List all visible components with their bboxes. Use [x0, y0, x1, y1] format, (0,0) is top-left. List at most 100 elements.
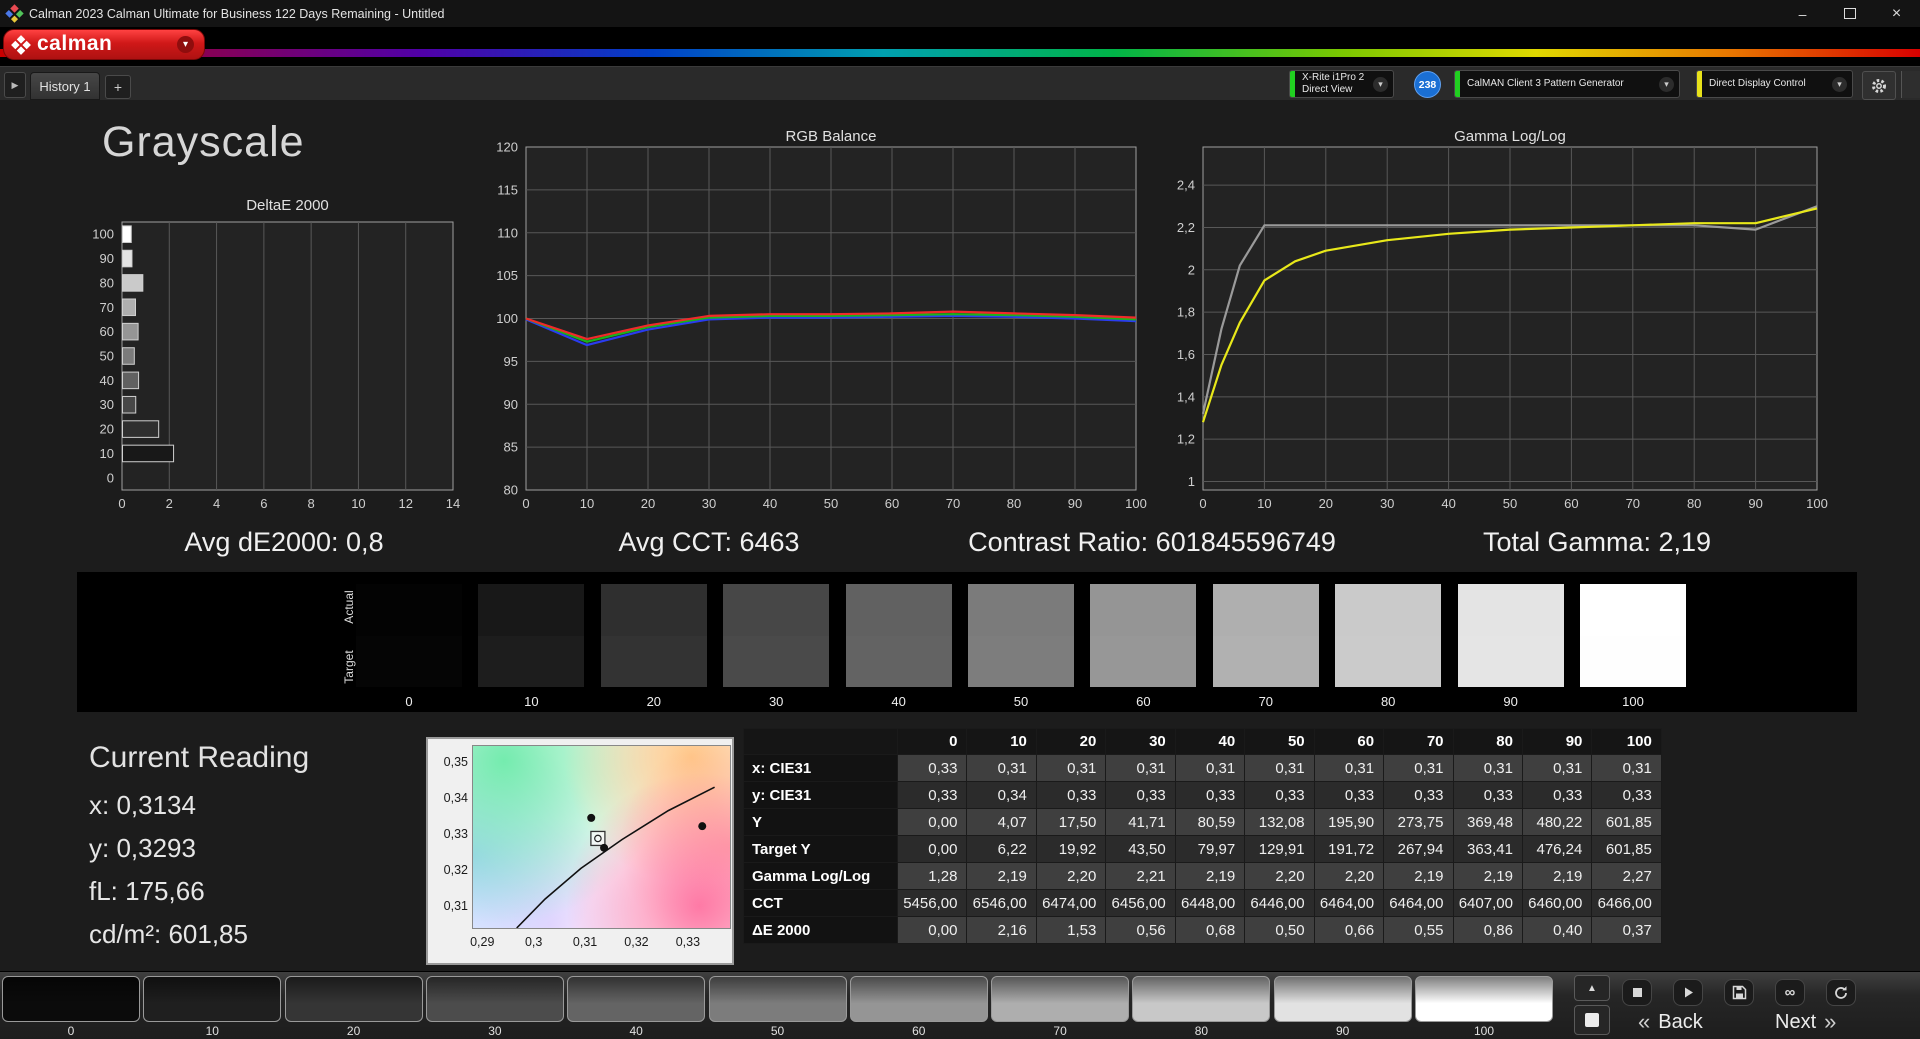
history-panel-toggle[interactable]: ▶	[4, 72, 26, 98]
maximize-button[interactable]	[1826, 0, 1873, 27]
add-icon: +	[113, 79, 123, 95]
stop-button[interactable]	[1622, 979, 1652, 1006]
swatch-target-half	[1090, 635, 1197, 687]
svg-text:80: 80	[1007, 496, 1021, 511]
measurement-table: 0 10 20 30 40 50 60 70 80 90 100 x: CIE31 0,33 0,31 0,…	[743, 728, 1662, 944]
meter-count-badge: 238	[1414, 71, 1441, 98]
table-cell: 6446,00	[1244, 889, 1315, 917]
pattern-patch-button[interactable]	[849, 976, 988, 1022]
save-button[interactable]	[1724, 979, 1754, 1006]
table-cell: 195,90	[1313, 808, 1385, 836]
swatch-level-label: 70	[1258, 694, 1274, 709]
grayscale-swatch	[600, 584, 707, 687]
chevron-left-icon: «	[1638, 1009, 1651, 1034]
svg-text:50: 50	[824, 496, 838, 511]
window-square-icon	[1585, 1013, 1599, 1027]
svg-text:85: 85	[504, 440, 518, 455]
pattern-patch-button[interactable]	[2, 976, 140, 1022]
add-tab-button[interactable]: +	[105, 75, 131, 99]
swatch-level-label: 60	[1136, 694, 1151, 709]
swatch-row-label-actual: Actual	[342, 590, 356, 624]
table-cell: 0,33	[1244, 781, 1315, 809]
svg-text:80: 80	[1687, 496, 1701, 511]
table-cell: 2,20	[1244, 862, 1315, 890]
pattern-patch-label: 0	[67, 1024, 75, 1038]
table-cell: 0,33	[1313, 781, 1385, 809]
pattern-patch-button[interactable]	[425, 976, 564, 1022]
table-row-label: ΔE 2000	[743, 916, 898, 944]
pattern-patch-button[interactable]	[1273, 976, 1412, 1022]
pattern-patch-label: 90	[1336, 1024, 1350, 1038]
swatch-level-label: 10	[524, 694, 539, 709]
swatch-target-half	[600, 635, 707, 687]
minimize-button[interactable]: –	[1779, 0, 1826, 27]
cie-x-tick-label: 0,31	[572, 935, 598, 949]
play-button[interactable]	[1673, 979, 1703, 1006]
grayscale-swatch	[1212, 584, 1319, 687]
table-cell: 0,31	[1452, 754, 1523, 782]
save-icon	[1732, 985, 1746, 1000]
svg-text:90: 90	[504, 397, 518, 412]
pattern-patch-label: 50	[770, 1024, 785, 1038]
next-button[interactable]: Next »	[1775, 1009, 1836, 1035]
swatch-level-label: 30	[768, 694, 784, 709]
calman-menu-button[interactable]: calman ▾	[3, 29, 205, 60]
table-cell: 2,19	[1521, 862, 1593, 890]
table-cell: 0,33	[1383, 781, 1454, 809]
reading-x: x: 0,3134	[89, 790, 196, 820]
refresh-button[interactable]	[1826, 979, 1856, 1006]
pattern-generator-dropdown-icon[interactable]: ▾	[1659, 76, 1674, 92]
svg-text:100: 100	[92, 227, 114, 242]
pattern-patch-button[interactable]	[708, 976, 847, 1022]
pattern-patch-button[interactable]	[284, 976, 423, 1022]
table-cell: 0,33	[1105, 781, 1176, 809]
rgb-balance-line-chart: 80 85 90 95 100 105 110 115 120 0 10 20 30 40 50 60 70 80…	[480, 139, 1152, 521]
svg-text:50: 50	[100, 349, 114, 364]
close-button[interactable]: ×	[1873, 0, 1920, 27]
stat-avg-cct: Avg CCT: 6463	[618, 527, 800, 557]
meter-selector[interactable]: X-Rite i1Pro 2 Direct View ▾	[1289, 70, 1394, 98]
svg-text:10: 10	[1257, 496, 1271, 511]
table-cell: 0,00	[896, 835, 968, 863]
tabbar-overflow[interactable]	[1901, 71, 1920, 98]
play-icon	[1684, 987, 1693, 998]
link-button[interactable]: ∞	[1775, 979, 1805, 1006]
svg-text:90: 90	[1748, 496, 1762, 511]
svg-text:70: 70	[946, 496, 960, 511]
display-control-dropdown-icon[interactable]: ▾	[1832, 76, 1847, 92]
pattern-window-popout-button[interactable]: ▲	[1574, 975, 1610, 1001]
svg-text:60: 60	[1564, 496, 1578, 511]
display-control-selector[interactable]: Direct Display Control ▾	[1696, 70, 1853, 98]
table-cell: 0,56	[1105, 916, 1176, 944]
svg-text:70: 70	[100, 300, 114, 315]
grayscale-swatch	[1580, 584, 1686, 687]
svg-text:100: 100	[496, 311, 518, 326]
pattern-patch-button[interactable]	[567, 976, 706, 1022]
workflow-tabbar: ▶ History 1 + X-Rite i1Pro 2 Direct View…	[0, 66, 1920, 100]
settings-button[interactable]	[1862, 71, 1896, 100]
pattern-patch-button[interactable]	[1415, 976, 1553, 1022]
pattern-patch-button[interactable]	[143, 976, 282, 1022]
grayscale-swatch-strip: Actual Target 0 10 20 30 40 50 60 70 80 90 100	[77, 572, 1857, 712]
table-cell: 0,00	[896, 808, 968, 836]
pattern-generator-selector[interactable]: CalMAN Client 3 Pattern Generator ▾	[1454, 70, 1680, 98]
meter-dropdown-icon[interactable]: ▾	[1373, 76, 1388, 92]
table-cell: 6474,00	[1035, 889, 1107, 917]
pattern-patch-button[interactable]	[991, 976, 1130, 1022]
infinity-icon: ∞	[1784, 984, 1796, 1001]
table-cell: 6407,00	[1452, 889, 1523, 917]
pattern-fullfield-button[interactable]	[1574, 1005, 1610, 1035]
table-cell: 1,53	[1035, 916, 1107, 944]
swatch-actual-half	[1090, 584, 1197, 636]
svg-text:40: 40	[100, 373, 114, 388]
svg-text:2,4: 2,4	[1177, 178, 1195, 193]
table-cell: 273,75	[1383, 808, 1454, 836]
svg-text:30: 30	[1380, 496, 1394, 511]
back-button[interactable]: « Back	[1638, 1009, 1703, 1035]
tab-history-1[interactable]: History 1	[30, 72, 100, 100]
pattern-patch-button[interactable]	[1132, 976, 1271, 1022]
svg-text:30: 30	[702, 496, 716, 511]
current-reading-title: Current Reading	[89, 741, 310, 774]
table-row: x: CIE31 0,33 0,31 0,31 0,31 0,31 0,31 0,31 0,31…	[743, 754, 1662, 782]
minimize-icon: –	[1798, 5, 1807, 22]
